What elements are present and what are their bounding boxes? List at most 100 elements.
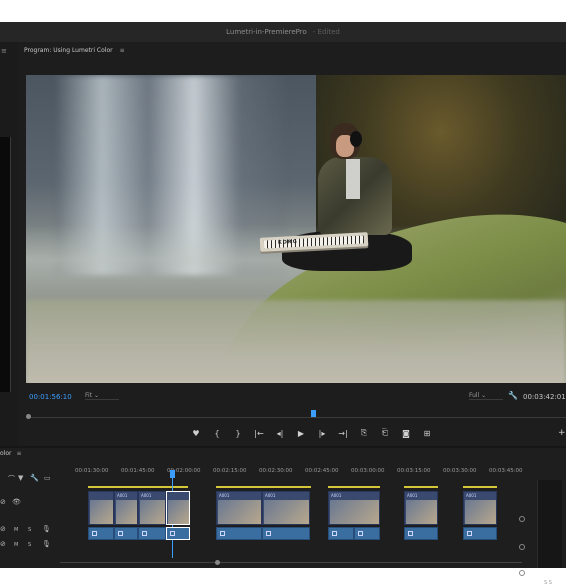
clip-thumbnail	[330, 500, 379, 524]
clip-thumbnail	[218, 500, 261, 524]
marker-tool-icon[interactable]: ▼	[18, 474, 23, 482]
step-forward-icon[interactable]: |▸	[316, 429, 328, 438]
render-bar	[328, 486, 380, 488]
clip-label: A001	[331, 493, 342, 498]
panel-menu-icon[interactable]: ≡	[1, 47, 7, 55]
mark-out-icon[interactable]: }	[232, 429, 244, 438]
quality-dropdown[interactable]: Full ⌄	[469, 392, 503, 400]
video-clip[interactable]: A001	[262, 491, 310, 525]
captions-icon[interactable]: ▭	[44, 474, 51, 482]
current-timecode[interactable]: 00:01:56:10	[29, 393, 72, 401]
timeline-panel: olor ≡ ⌒ ▼ 🔧 ▭ ⊘ 👁 ⊘ M S 🎙 ⊘ M S 🎙 00:01…	[0, 446, 566, 586]
solo-button-2[interactable]: S	[28, 542, 31, 548]
audio-keyframe-icon	[220, 531, 225, 536]
mark-in-icon[interactable]: {	[211, 429, 223, 438]
timeline-menu-icon[interactable]: ≡	[16, 450, 21, 457]
snap-icon[interactable]: ⌒	[8, 474, 15, 484]
program-video-frame[interactable]: KORG	[26, 75, 566, 383]
program-monitor: Program: Using Lumetri Color ≡ KORG 00:0…	[20, 42, 566, 454]
video-clip[interactable]: A001	[114, 491, 138, 525]
clip-label: A001	[219, 493, 230, 498]
ruler-tick-label: 00:01:30:00	[75, 468, 109, 474]
a2-sync-icon[interactable]: ⊘	[0, 540, 6, 548]
timeline-horizontal-scrollbar[interactable]	[60, 560, 522, 565]
audio-clip[interactable]	[262, 527, 310, 540]
fit-label: Fit	[85, 392, 93, 399]
wrench-icon[interactable]: 🔧	[30, 474, 39, 482]
timeline-vertical-scrollbar[interactable]	[519, 516, 525, 576]
solo-labels[interactable]: S S	[544, 580, 552, 586]
timeline-playhead[interactable]	[170, 470, 175, 478]
scroll-knob-top[interactable]	[519, 516, 525, 522]
ruler-tick-label: 00:01:45:00	[121, 468, 155, 474]
scroll-knob[interactable]	[215, 560, 220, 565]
render-bar	[404, 486, 438, 488]
video-clip[interactable]	[88, 491, 114, 525]
clip-thumbnail	[406, 500, 437, 524]
eye-icon[interactable]: 👁	[12, 498, 21, 506]
window-titlebar: Lumetri-in-PremierePro - Edited	[0, 22, 566, 42]
export-frame-icon[interactable]: ◙	[400, 429, 412, 438]
fit-dropdown[interactable]: Fit ⌄	[85, 392, 119, 400]
clip-thumbnail	[465, 500, 496, 524]
clip-label: A001	[407, 493, 418, 498]
audio-clip[interactable]	[114, 527, 138, 540]
timeline-title[interactable]: olor	[0, 450, 11, 457]
program-controls: 00:01:56:10 Fit ⌄ Full ⌄ 🔧 00:03:42:01	[26, 390, 566, 408]
wrench-icon[interactable]: 🔧	[508, 391, 518, 400]
audio-clip[interactable]	[354, 527, 380, 540]
step-back-icon[interactable]: ◂|	[274, 429, 286, 438]
audio-keyframe-icon	[467, 531, 472, 536]
audio-clip[interactable]	[463, 527, 497, 540]
selected-audio-clip[interactable]	[166, 527, 190, 540]
timeline-header: olor ≡	[0, 450, 22, 457]
audio-clip[interactable]	[328, 527, 354, 540]
marker-icon[interactable]: ♥	[190, 429, 202, 438]
clip-thumbnail	[90, 500, 113, 524]
mute-button-2[interactable]: M	[14, 542, 18, 548]
mic-icon[interactable]: 🎙	[42, 525, 51, 533]
program-playhead[interactable]	[311, 410, 316, 417]
window-status: - Edited	[312, 28, 340, 36]
audio-clip[interactable]	[404, 527, 438, 540]
program-menu-icon[interactable]: ≡	[120, 47, 125, 54]
video-clip[interactable]: A001	[328, 491, 380, 525]
video-clip[interactable]: A001	[404, 491, 438, 525]
video-clip[interactable]: A001	[463, 491, 497, 525]
program-scrubber[interactable]	[26, 410, 566, 422]
overwrite-icon[interactable]: ⎗	[379, 428, 391, 438]
solo-button[interactable]: S	[28, 527, 31, 533]
clip-thumbnail	[168, 500, 189, 524]
timeline-ruler[interactable]: 00:01:30:00 00:01:45:00 00:02:00:00 00:0…	[75, 468, 525, 482]
add-button-icon[interactable]: +	[558, 428, 566, 438]
duration-timecode: 00:03:42:01	[523, 393, 566, 401]
clip-label: A001	[117, 493, 128, 498]
ruler-tick-label: 00:02:30:00	[259, 468, 293, 474]
scrub-track	[29, 417, 566, 418]
ruler-tick-label: 00:03:15:00	[397, 468, 431, 474]
mute-button[interactable]: M	[14, 527, 18, 533]
scroll-knob-mid[interactable]	[519, 544, 525, 550]
go-to-out-icon[interactable]: →|	[337, 429, 349, 438]
scrub-start-knob[interactable]	[26, 414, 31, 419]
scroll-knob-bottom[interactable]	[519, 570, 525, 576]
source-panel: ≡	[0, 42, 18, 454]
audio-clip[interactable]	[138, 527, 166, 540]
audio-clip[interactable]	[88, 527, 114, 540]
selected-video-clip[interactable]	[166, 491, 190, 525]
audio-keyframe-icon	[266, 531, 271, 536]
toggle-sync-lock-icon[interactable]: ⊘	[0, 498, 6, 506]
button-editor-icon[interactable]: ⊞	[421, 429, 433, 438]
play-icon[interactable]: ▶	[295, 429, 307, 438]
video-clip[interactable]: A001	[216, 491, 262, 525]
clip-label: A001	[141, 493, 152, 498]
clip-label: A001	[265, 493, 276, 498]
mic-icon-2[interactable]: 🎙	[42, 540, 51, 548]
program-title[interactable]: Program: Using Lumetri Color	[24, 47, 113, 54]
audio-clip[interactable]	[216, 527, 262, 540]
video-clip[interactable]: A001	[138, 491, 166, 525]
a1-sync-icon[interactable]: ⊘	[0, 525, 6, 533]
ruler-tick-label: 00:02:15:00	[213, 468, 247, 474]
insert-icon[interactable]: ⎘	[358, 428, 370, 438]
go-to-in-icon[interactable]: |←	[253, 429, 265, 438]
